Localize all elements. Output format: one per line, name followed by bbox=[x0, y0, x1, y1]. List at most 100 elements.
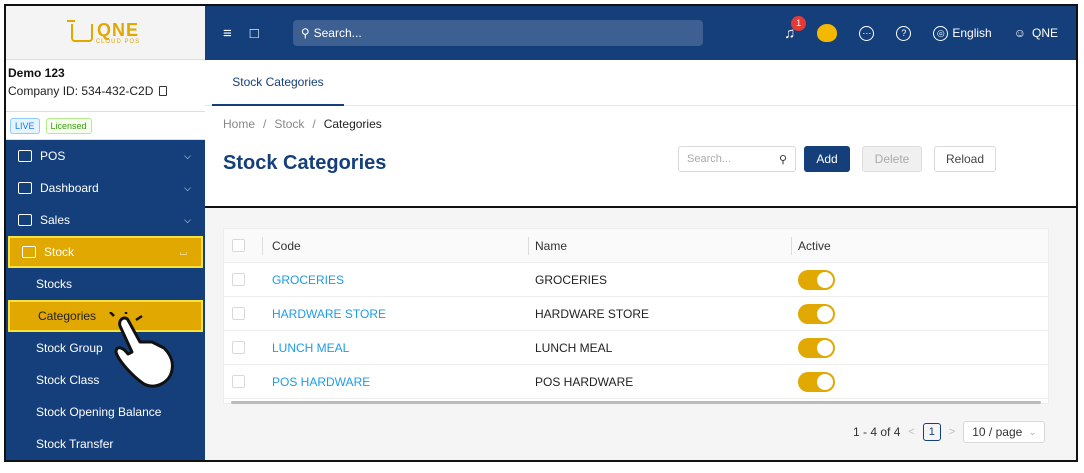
pointing-hand-icon bbox=[109, 312, 174, 388]
delete-button[interactable]: Delete bbox=[862, 146, 922, 172]
sidebar-item-label: Dashboard bbox=[40, 181, 99, 195]
row-code-link[interactable]: POS HARDWARE bbox=[272, 375, 370, 389]
sidebar-nav: POS ⌵ Dashboard ⌵ Sales ⌵ Stock ⌴ Stocks… bbox=[6, 140, 205, 460]
language-selector[interactable]: ◎ English bbox=[933, 25, 992, 41]
reload-button[interactable]: Reload bbox=[934, 146, 996, 172]
header-active[interactable]: Active bbox=[798, 239, 831, 253]
page-size-select[interactable]: 10 / page ⌄ bbox=[963, 421, 1046, 443]
sidebar-item-label: POS bbox=[40, 149, 66, 163]
pos-icon bbox=[18, 150, 32, 162]
live-badge: LIVE bbox=[10, 117, 40, 134]
next-page-icon[interactable]: > bbox=[949, 426, 955, 438]
column-separator bbox=[262, 236, 263, 255]
horizontal-scrollbar[interactable] bbox=[223, 398, 1049, 406]
breadcrumb-stock[interactable]: Stock bbox=[274, 117, 304, 131]
pagination: 1 - 4 of 4 < 1 > 10 / page ⌄ bbox=[853, 421, 1046, 443]
categories-table: Code Name Active GROCERIES GROCERIES HAR… bbox=[223, 228, 1049, 404]
copy-icon[interactable] bbox=[159, 86, 168, 96]
search-input[interactable]: Search... ⚲ bbox=[678, 146, 796, 172]
company-name: Demo 123 bbox=[8, 66, 65, 80]
table-row[interactable]: GROCERIES GROCERIES bbox=[224, 263, 1048, 297]
logo-area: QNE CLOUD POS bbox=[6, 6, 205, 60]
cart-logo-icon bbox=[66, 19, 93, 42]
header-name[interactable]: Name bbox=[535, 239, 567, 253]
tab-stock-categories[interactable]: Stock Categories bbox=[212, 60, 344, 106]
notification-bell-icon[interactable]: ♫ 1 bbox=[784, 15, 807, 42]
chevron-down-icon: ⌄ bbox=[1028, 426, 1037, 437]
sidebar-sub-stock-transfer[interactable]: Stock Transfer bbox=[6, 428, 205, 460]
qne-logo: QNE CLOUD POS bbox=[66, 19, 141, 45]
row-code-link[interactable]: LUNCH MEAL bbox=[272, 341, 349, 355]
search-icon: ⚲ bbox=[300, 26, 310, 40]
help-icon[interactable]: ? bbox=[896, 25, 912, 41]
column-separator bbox=[791, 236, 792, 255]
breadcrumb-separator: / bbox=[312, 117, 316, 131]
active-toggle[interactable] bbox=[798, 269, 835, 290]
menu-collapse-icon[interactable]: ≡ bbox=[223, 25, 232, 42]
row-checkbox[interactable] bbox=[232, 375, 245, 388]
pagination-range: 1 - 4 of 4 bbox=[853, 425, 901, 439]
user-name: QNE bbox=[1031, 26, 1058, 40]
page-number-button[interactable]: 1 bbox=[922, 423, 941, 441]
breadcrumb-home[interactable]: Home bbox=[223, 117, 255, 131]
breadcrumb-separator: / bbox=[263, 117, 267, 131]
row-name: LUNCH MEAL bbox=[535, 340, 613, 355]
sidebar-item-pos[interactable]: POS ⌵ bbox=[6, 140, 205, 172]
row-name: HARDWARE STORE bbox=[535, 306, 650, 321]
breadcrumb-current: Categories bbox=[323, 117, 382, 131]
sidebar-item-dashboard[interactable]: Dashboard ⌵ bbox=[6, 172, 205, 204]
license-badges: LIVE Licensed bbox=[6, 112, 205, 140]
global-search-input[interactable]: ⚲ Search... bbox=[292, 20, 703, 46]
cart-icon bbox=[18, 214, 32, 226]
globe-icon: ◎ bbox=[933, 25, 949, 41]
sidebar-item-stock[interactable]: Stock ⌴ bbox=[8, 236, 203, 268]
prev-page-icon[interactable]: < bbox=[908, 426, 914, 438]
logo-subtitle: CLOUD POS bbox=[95, 38, 141, 45]
header-code[interactable]: Code bbox=[272, 239, 301, 253]
crown-avatar-icon[interactable] bbox=[817, 24, 838, 42]
top-bar: ≡ □ ⚲ Search... ♫ 1 ⋯ ? ◎ English ☺ QNE bbox=[205, 6, 1076, 60]
sidebar-item-label: Sales bbox=[40, 213, 71, 227]
lock-icon[interactable]: □ bbox=[250, 25, 259, 42]
chevron-down-icon: ⌵ bbox=[184, 214, 191, 225]
search-icon: ⚲ bbox=[778, 153, 787, 166]
scrollbar-thumb[interactable] bbox=[231, 401, 1041, 404]
sidebar-item-label: Stock bbox=[44, 245, 75, 259]
sidebar-sub-stocks[interactable]: Stocks bbox=[6, 268, 205, 300]
sidebar: QNE CLOUD POS Demo 123 Company ID: 534-4… bbox=[6, 6, 205, 460]
active-toggle[interactable] bbox=[798, 303, 835, 324]
row-checkbox[interactable] bbox=[232, 341, 245, 354]
licensed-badge: Licensed bbox=[45, 117, 92, 134]
chevron-up-icon: ⌴ bbox=[179, 246, 187, 257]
chevron-down-icon: ⌵ bbox=[184, 150, 191, 161]
dashboard-icon bbox=[18, 182, 32, 194]
row-checkbox[interactable] bbox=[232, 307, 245, 320]
row-name: POS HARDWARE bbox=[535, 374, 634, 389]
breadcrumb: Home / Stock / Categories bbox=[223, 117, 382, 131]
chevron-down-icon: ⌵ bbox=[184, 182, 191, 193]
select-all-checkbox[interactable] bbox=[232, 239, 245, 252]
active-toggle[interactable] bbox=[798, 371, 835, 392]
notification-count-badge: 1 bbox=[791, 15, 807, 31]
table-row[interactable]: HARDWARE STORE HARDWARE STORE bbox=[224, 297, 1048, 331]
column-separator bbox=[528, 236, 529, 255]
chat-icon[interactable]: ⋯ bbox=[859, 25, 875, 41]
table-row[interactable]: LUNCH MEAL LUNCH MEAL bbox=[224, 331, 1048, 365]
table-row[interactable]: POS HARDWARE POS HARDWARE bbox=[224, 365, 1048, 399]
language-label: English bbox=[952, 26, 992, 40]
row-checkbox[interactable] bbox=[232, 273, 245, 286]
row-code-link[interactable]: GROCERIES bbox=[272, 273, 344, 287]
active-toggle[interactable] bbox=[798, 337, 835, 358]
page-title: Stock Categories bbox=[223, 152, 387, 174]
sidebar-item-sales[interactable]: Sales ⌵ bbox=[6, 204, 205, 236]
main-content: Stock Categories Home / Stock / Categori… bbox=[205, 60, 1076, 460]
sidebar-sub-stock-opening-balance[interactable]: Stock Opening Balance bbox=[6, 396, 205, 428]
page-size-value: 10 / page bbox=[972, 425, 1023, 439]
row-code-link[interactable]: HARDWARE STORE bbox=[272, 307, 386, 321]
search-placeholder: Search... bbox=[687, 153, 732, 165]
table-header-row: Code Name Active bbox=[224, 229, 1048, 263]
global-search-placeholder: Search... bbox=[313, 26, 362, 40]
add-button[interactable]: Add bbox=[804, 146, 850, 172]
user-menu[interactable]: ☺ QNE bbox=[1014, 26, 1058, 40]
company-info: Demo 123 Company ID: 534-432-C2D bbox=[6, 60, 205, 112]
